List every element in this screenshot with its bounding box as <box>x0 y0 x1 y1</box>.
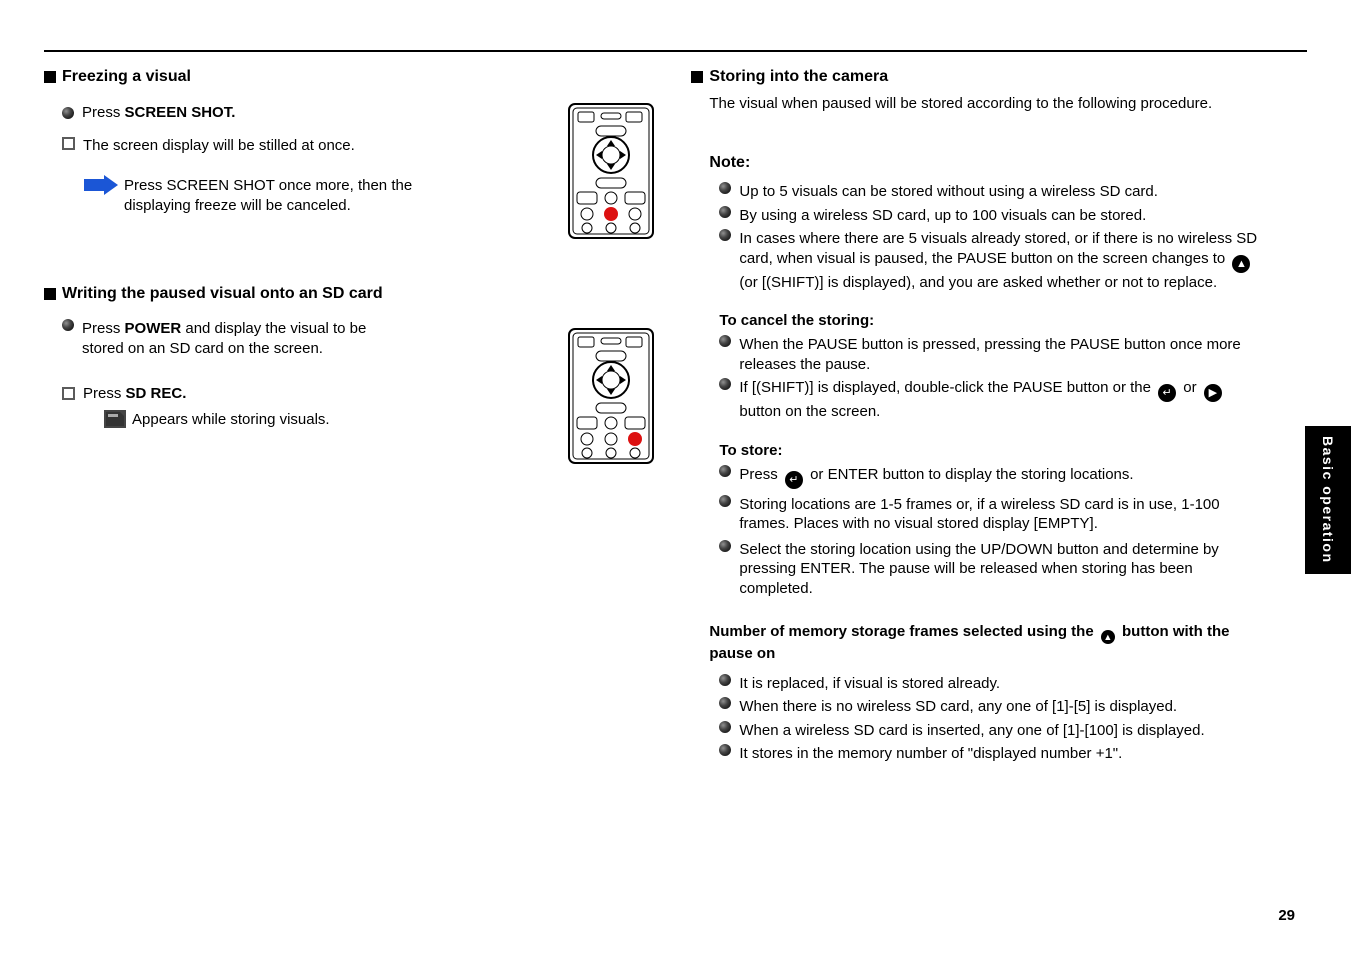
circle-bullet-icon <box>719 540 731 552</box>
section-sd-write: Writing the paused visual onto an SD car… <box>44 285 659 429</box>
store-label: To store: <box>719 442 1299 459</box>
remote-illustration-2 <box>563 325 659 467</box>
sec2-step-tail: and display the visual to be <box>181 320 366 337</box>
sec1-heading: Freezing a visual <box>62 68 191 86</box>
sec1-arrow-text: Press SCREEN SHOT once more, then the di… <box>124 176 454 217</box>
esc-2b: button on the screen. <box>739 403 880 420</box>
square-outline-icon <box>62 137 75 150</box>
esc-label: To cancel the storing: <box>719 312 1299 329</box>
list-1: When there is no wireless SD card, any o… <box>739 697 1177 717</box>
square-bullet-icon <box>44 71 56 83</box>
circle-bullet-icon <box>719 674 731 686</box>
circle-bullet-icon <box>719 335 731 347</box>
square-bullet-icon <box>44 288 56 300</box>
circle-bullet-icon <box>719 697 731 709</box>
enter-icon: ↵ <box>1158 384 1176 402</box>
circle-bullet-icon <box>719 465 731 477</box>
right-heading: Storing into the camera <box>709 68 888 86</box>
section-freezing: Freezing a visual Press SCREEN SHOT. The… <box>44 68 659 217</box>
circle-bullet-icon <box>719 229 731 241</box>
enter-icon: ↵ <box>785 471 803 489</box>
sec1-step-label: Press <box>82 104 120 121</box>
side-tab-label: Basic operation <box>1305 426 1351 574</box>
circle-bullet-icon <box>719 495 731 507</box>
store-1a: Press <box>739 466 782 483</box>
side-tab: Basic operation <box>1305 426 1351 574</box>
sec2-heading: Writing the paused visual onto an SD car… <box>62 285 383 303</box>
circle-bullet-icon <box>719 721 731 733</box>
sec2-sub-label: Press <box>83 385 126 402</box>
esc-1: When the PAUSE button is pressed, pressi… <box>739 335 1259 374</box>
shift-up-icon: ▲ <box>1232 255 1250 273</box>
list-2: When a wireless SD card is inserted, any… <box>739 721 1204 741</box>
page-number: 29 <box>1278 907 1295 924</box>
list-0: It is replaced, if visual is stored alre… <box>739 674 1000 694</box>
remote-illustration-1 <box>563 100 659 242</box>
square-bullet-icon <box>691 71 703 83</box>
circle-bullet-icon <box>719 744 731 756</box>
sec1-step-btn: SCREEN SHOT. <box>125 104 236 121</box>
store-3: Select the storing location using the UP… <box>739 540 1259 599</box>
sd-rec-icon <box>104 410 126 428</box>
store-2: Storing locations are 1-5 frames or, if … <box>739 495 1259 534</box>
sec2-sub-btn: SD REC. <box>126 385 187 402</box>
square-outline-icon <box>62 387 75 400</box>
top-rule <box>44 50 1307 52</box>
circle-bullet-icon <box>62 319 74 331</box>
sec2-step-btn: POWER <box>125 320 182 337</box>
shift-icon-grey: ▲ <box>1101 630 1115 644</box>
store-1b: or ENTER button to display the storing l… <box>806 466 1134 483</box>
circle-bullet-icon <box>719 182 731 194</box>
listhead-a: Number of memory storage frames selected… <box>709 623 1097 640</box>
sec1-sub-text: The screen display will be stilled at on… <box>83 137 355 154</box>
note-1: By using a wireless SD card, up to 100 v… <box>739 206 1146 226</box>
right-arrow-icon: ▶ <box>1204 384 1222 402</box>
note-2: In cases where there are 5 visuals alrea… <box>739 230 1257 291</box>
esc-2a: If [(SHIFT)] is displayed, double-click … <box>739 379 1155 396</box>
sec2-sd-text: Appears while storing visuals. <box>132 411 330 428</box>
circle-bullet-icon <box>719 378 731 390</box>
note-label: Note: <box>691 154 1299 172</box>
left-column: Freezing a visual Press SCREEN SHOT. The… <box>44 68 659 768</box>
right-column: Storing into the camera The visual when … <box>691 68 1307 768</box>
list-3: It stores in the memory number of "displ… <box>739 744 1122 764</box>
note-0: Up to 5 visuals can be stored without us… <box>739 182 1158 202</box>
circle-bullet-icon <box>62 107 74 119</box>
arrow-icon <box>84 176 118 194</box>
circle-bullet-icon <box>719 206 731 218</box>
sec2-step-tail2: stored on an SD card on the screen. <box>82 340 323 357</box>
right-intro: The visual when paused will be stored ac… <box>691 94 1251 114</box>
sec2-step-label: Press <box>82 320 120 337</box>
